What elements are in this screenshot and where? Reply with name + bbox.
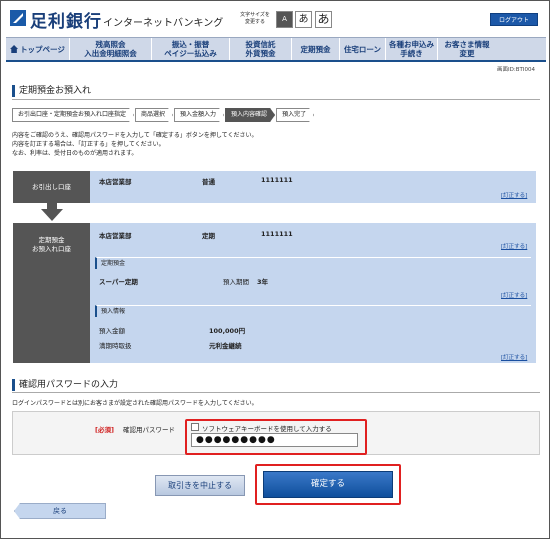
- font-size-large-button[interactable]: あ: [315, 11, 332, 28]
- arrow-down-icon: [41, 209, 63, 221]
- browser-frame: 足利銀行 インターネットバンキング 文字サイズを 変更する A あ あ ログアウ…: [0, 0, 550, 539]
- nav-item-balance[interactable]: 残高照会 入出金明細照会: [70, 38, 152, 60]
- bank-name: 足利銀行: [30, 12, 102, 32]
- password-instruction: ログインパスワードとは別にお客さまが設定された確認用パスワードを入力してください…: [12, 400, 258, 407]
- instruction-text: 内容をご確認のうえ、確認用パスワードを入力して「確定する」ボタンを押してください…: [12, 132, 258, 139]
- fix-withdraw-link[interactable]: [訂正する]: [501, 191, 527, 199]
- maturity-value: 元利金継続: [209, 342, 242, 350]
- product-section-heading: 定期預金: [95, 257, 531, 269]
- withdraw-account-label: お引出し口座: [13, 171, 90, 203]
- service-name: インターネットバンキング: [103, 18, 224, 29]
- screen-id: 画面ID:BTI004: [497, 67, 535, 73]
- amount-value: 100,000円: [209, 327, 246, 335]
- withdraw-account-panel: [90, 171, 536, 203]
- deposit-account-number: 1111111: [261, 230, 293, 238]
- flow-arrow-icon: [47, 203, 57, 209]
- instruction-text: なお、利率は、受付日のものが適用されます。: [12, 150, 138, 157]
- withdraw-branch: 本店営業部: [99, 178, 132, 186]
- maturity-label: 満期時取扱: [99, 342, 132, 350]
- step-confirm: 預入内容確認: [225, 108, 275, 122]
- period-value: 3年: [257, 278, 269, 286]
- deposit-account-panel: [90, 223, 536, 363]
- period-label: 預入期間: [223, 278, 249, 286]
- font-size-medium-button[interactable]: あ: [295, 11, 312, 28]
- page-title: 定期預金お預入れ: [12, 85, 91, 97]
- font-size-label: 文字サイズを 変更する: [240, 12, 270, 25]
- confirm-highlight-box: [255, 464, 401, 505]
- deposit-branch: 本店営業部: [99, 232, 132, 240]
- amount-section-heading: 預入情報: [95, 305, 531, 317]
- cancel-transaction-button[interactable]: 取引きを中止する: [155, 475, 245, 496]
- step-amount-input: 預入金額入力: [174, 108, 224, 122]
- header: 足利銀行 インターネットバンキング 文字サイズを 変更する A あ あ ログアウ…: [2, 2, 549, 37]
- required-badge: [必須]: [95, 426, 114, 434]
- step-indicator: お引出口座・定期預金お預入れ口座指定 商品選択 預入金額入力 預入内容確認 預入…: [12, 108, 315, 122]
- bank-logo-icon: [10, 10, 26, 26]
- nav-item-time-deposit[interactable]: 定期預金: [292, 38, 340, 60]
- nav-item-transfer[interactable]: 振込・振替 ペイジー払込み: [152, 38, 230, 60]
- logout-button[interactable]: ログアウト: [490, 13, 538, 26]
- step-complete: 預入完了: [276, 108, 314, 122]
- password-label: 確認用パスワード: [123, 426, 175, 434]
- instruction-text: 内容を訂正する場合は、「訂正する」を押してください。: [12, 141, 165, 148]
- withdraw-account-number: 1111111: [261, 176, 293, 184]
- nav-item-investment[interactable]: 投資信託 外貨預金: [230, 38, 292, 60]
- nav-item-customer-info[interactable]: お客さま情報 変更: [438, 38, 496, 60]
- nav-item-applications[interactable]: 各種お申込み 手続き: [386, 38, 438, 60]
- divider: [12, 392, 540, 393]
- fix-amount-link[interactable]: [訂正する]: [501, 353, 527, 361]
- deposit-account-type: 定期: [202, 232, 215, 240]
- amount-label: 預入金額: [99, 327, 125, 335]
- step-account-select: お引出口座・定期預金お預入れ口座指定: [12, 108, 134, 122]
- password-section-title: 確認用パスワードの入力: [12, 379, 118, 391]
- fix-product-link[interactable]: [訂正する]: [501, 291, 527, 299]
- main-nav: トップページ 残高照会 入出金明細照会 振込・振替 ペイジー払込み 投資信託 外…: [6, 37, 546, 62]
- home-icon: [10, 45, 19, 53]
- deposit-account-label: 定期預金 お預入れ口座: [13, 223, 90, 363]
- fix-deposit-account-link[interactable]: [訂正する]: [501, 242, 527, 250]
- withdraw-account-type: 普通: [202, 178, 215, 186]
- nav-item-top[interactable]: トップページ: [6, 38, 70, 60]
- nav-item-housing-loan[interactable]: 住宅ローン: [340, 38, 386, 60]
- font-size-small-button[interactable]: A: [276, 11, 293, 28]
- divider: [12, 99, 540, 100]
- password-highlight-box: [185, 419, 367, 455]
- nav-item-label: トップページ: [20, 44, 65, 54]
- back-button[interactable]: 戻る: [14, 503, 106, 519]
- product-name: スーパー定期: [99, 278, 138, 286]
- step-product-select: 商品選択: [135, 108, 173, 122]
